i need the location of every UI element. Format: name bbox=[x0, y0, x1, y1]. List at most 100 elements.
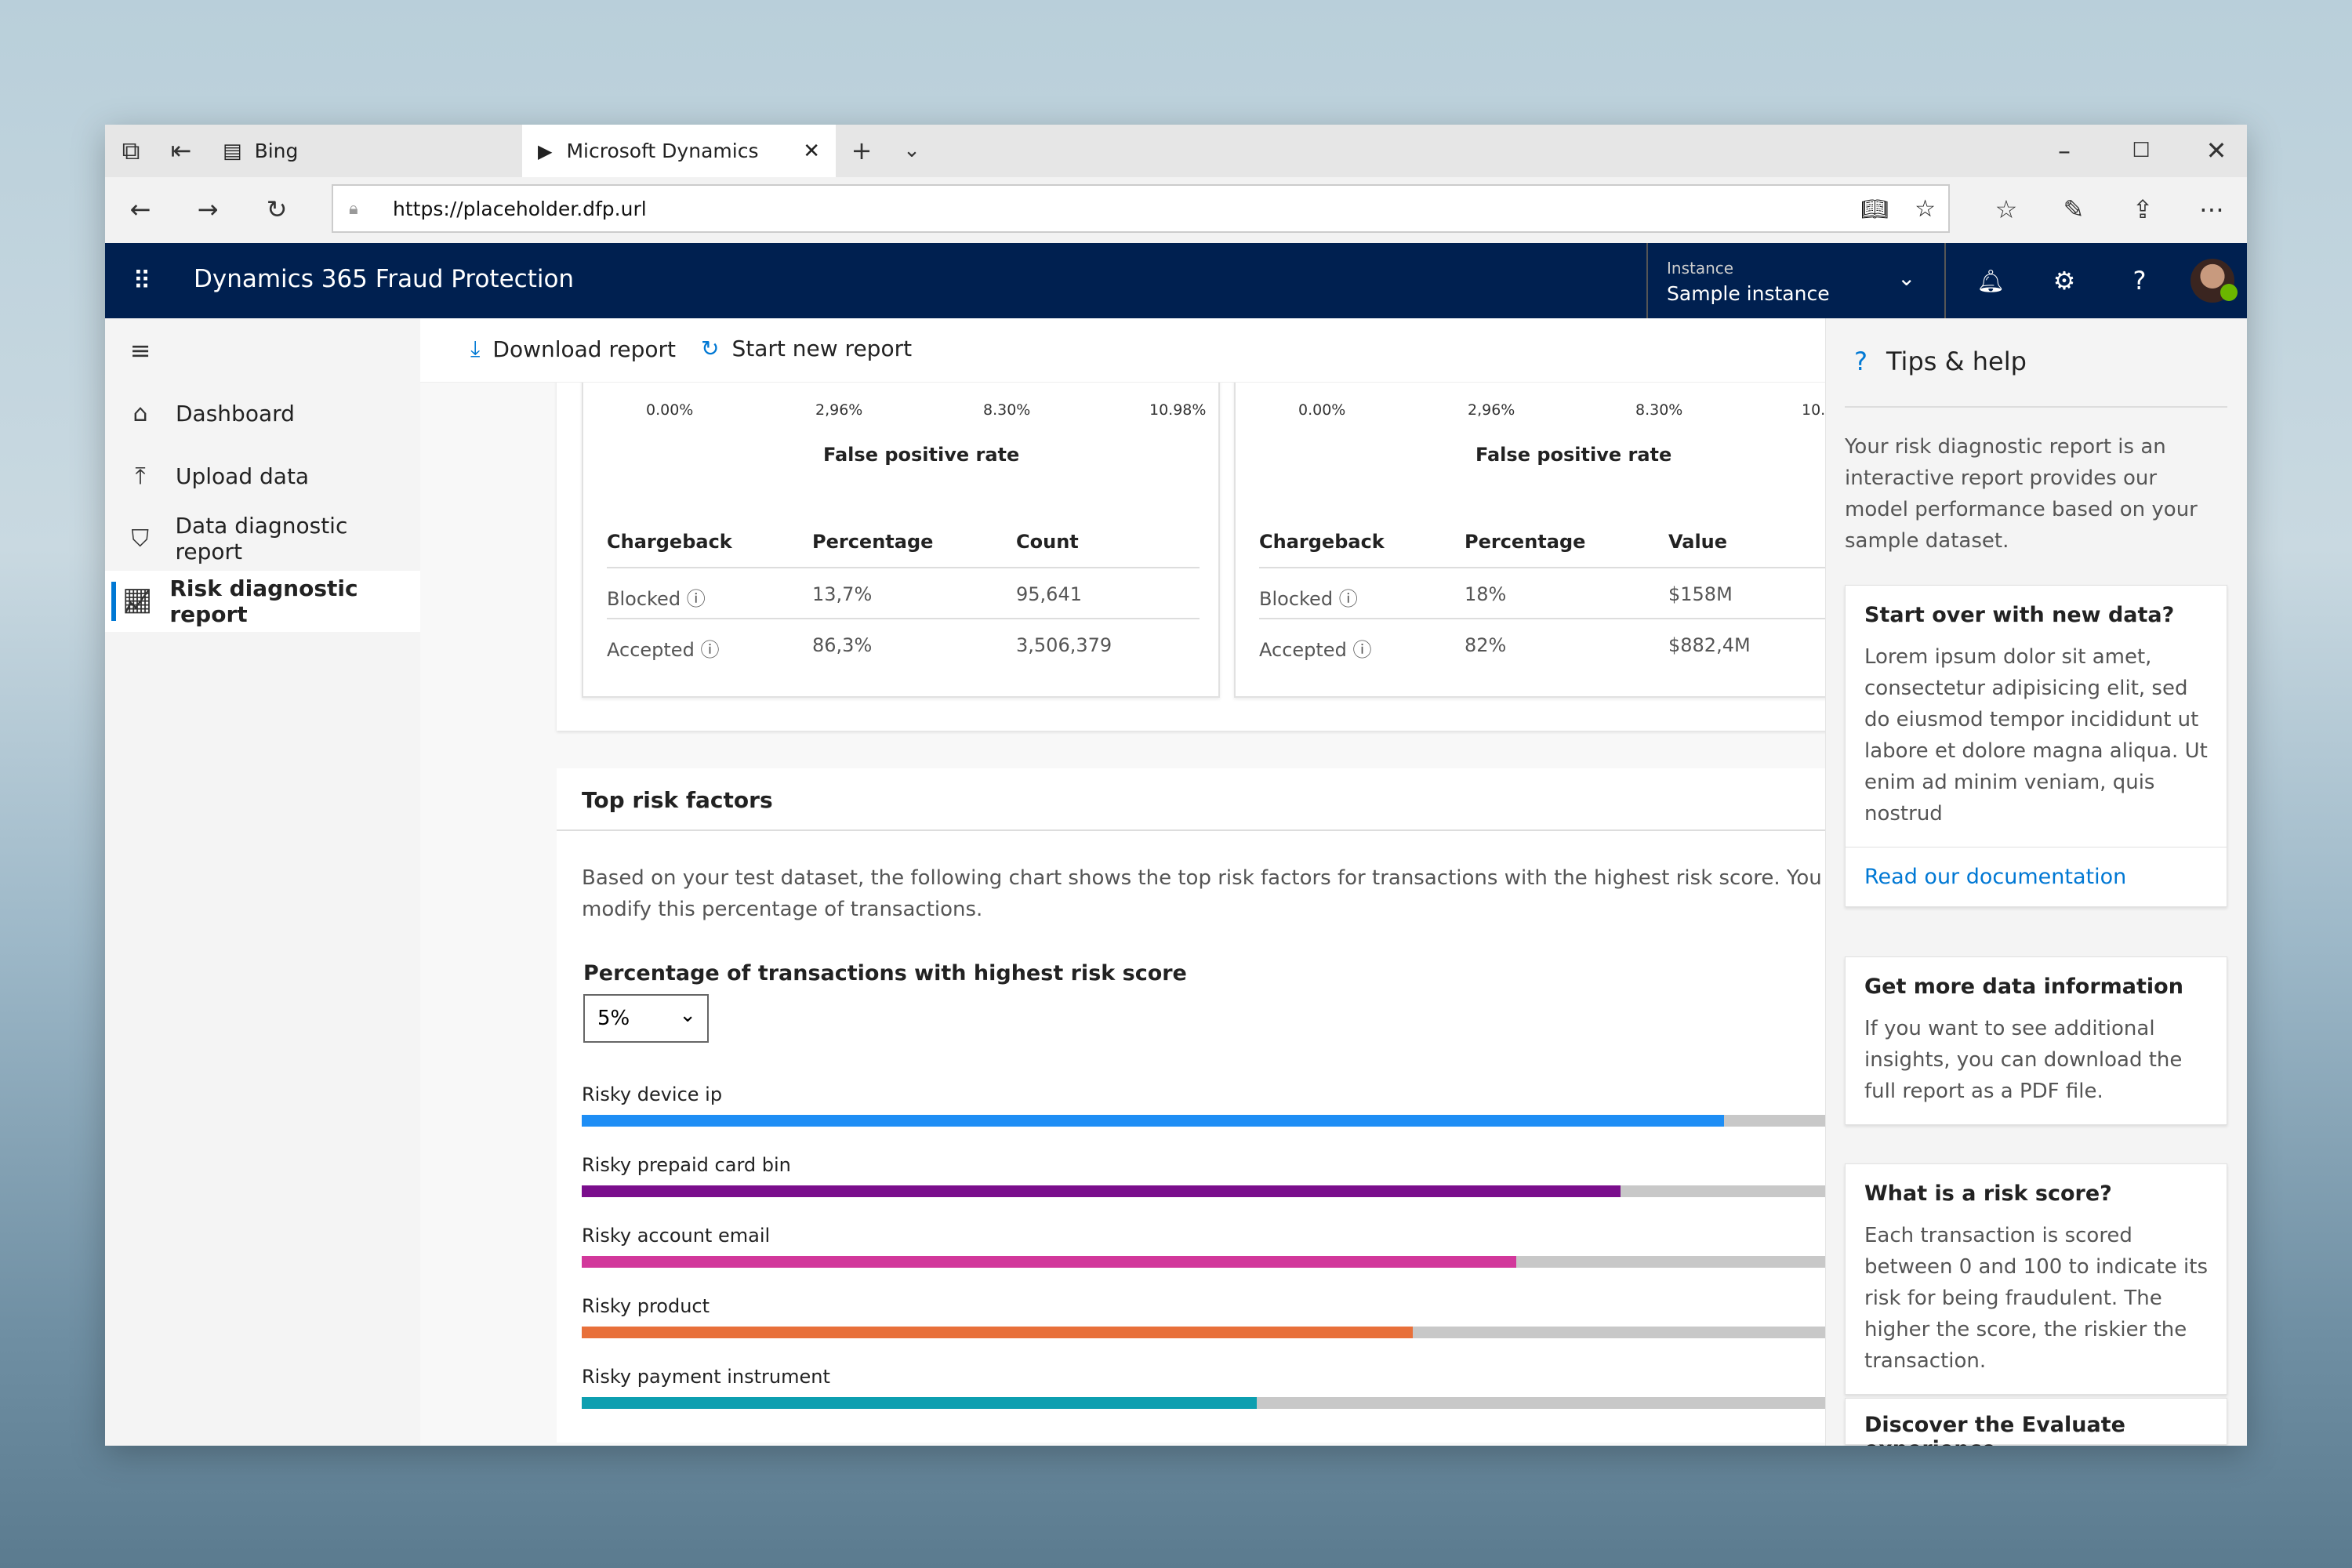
address-bar[interactable]: 🔒︎ https://placeholder.dfp.url 📖︎ ☆ bbox=[332, 184, 1950, 233]
tick-label: 2,96% bbox=[815, 401, 863, 419]
bing-tab-icon: ▤ bbox=[223, 139, 242, 163]
close-tab-icon[interactable]: ✕ bbox=[803, 140, 820, 163]
pen-icon[interactable]: ✎ bbox=[2054, 190, 2093, 229]
instance-value: Sample instance bbox=[1667, 282, 1830, 305]
nav-item-upload-data[interactable]: ⤒ Upload data bbox=[105, 445, 420, 506]
percentage-dropdown[interactable]: 5% ⌄ bbox=[583, 994, 709, 1043]
risk-factor-bar-fill bbox=[582, 1397, 1258, 1409]
button-label: Download report bbox=[492, 336, 676, 362]
help-question-icon[interactable]: ? bbox=[2120, 261, 2159, 300]
left-nav: ≡ ⌂ Dashboard ⤒ Upload data ⛉ Data diagnost… bbox=[105, 318, 420, 1446]
risk-factor-bar bbox=[582, 1115, 1825, 1127]
hamburger-menu-icon[interactable]: ≡ bbox=[121, 331, 160, 370]
instance-selector[interactable]: Instance Sample instance ⌄ bbox=[1646, 243, 1946, 318]
nav-label: Upload data bbox=[176, 463, 310, 489]
back-icon[interactable]: ← bbox=[121, 190, 160, 229]
favorites-icon[interactable]: ☆ bbox=[1987, 190, 2026, 229]
axis-label: False positive rate bbox=[823, 444, 1020, 466]
app-header: ⠿ Dynamics 365 Fraud Protection Instance… bbox=[105, 243, 2247, 318]
settings-gear-icon[interactable]: ⚙ bbox=[2045, 261, 2084, 300]
cell: 18% bbox=[1465, 583, 1507, 605]
risk-factor-bar bbox=[582, 1256, 1825, 1268]
nav-item-dashboard[interactable]: ⌂ Dashboard bbox=[105, 383, 420, 444]
more-icon[interactable]: ⋯ bbox=[2192, 190, 2231, 229]
table-row: Accepted ⓘ bbox=[1259, 634, 1371, 662]
info-icon[interactable]: ⓘ bbox=[1352, 639, 1371, 661]
section-title: Top risk factors bbox=[582, 787, 773, 813]
url-text: https://placeholder.dfp.url bbox=[393, 197, 647, 220]
risk-factor-bar bbox=[582, 1327, 1825, 1338]
divider bbox=[607, 567, 1200, 568]
close-window-icon[interactable]: ✕ bbox=[2197, 131, 2236, 170]
share-icon[interactable]: ⇪ bbox=[2123, 190, 2162, 229]
main-content: ⤓ Download report ↻ Start new report 0.00%… bbox=[420, 318, 1825, 1446]
tips-header: ? Tips & help bbox=[1854, 347, 2027, 376]
minimize-icon[interactable]: – bbox=[2045, 131, 2084, 170]
dropdown-value: 5% bbox=[597, 1007, 630, 1030]
nav-label: Data diagnostic report bbox=[175, 513, 348, 564]
column-header: Percentage bbox=[1465, 531, 1586, 553]
reading-view-icon[interactable]: 📖︎ bbox=[1860, 196, 1889, 222]
help-question-icon: ? bbox=[1854, 347, 1867, 376]
divider bbox=[607, 618, 1200, 619]
nav-item-risk-diagnostic-report[interactable]: 📈︎ Risk diagnostic report bbox=[105, 571, 420, 632]
risk-factor-bar bbox=[582, 1185, 1825, 1197]
card-title: Get more data information bbox=[1864, 975, 2183, 999]
selected-indicator bbox=[111, 582, 116, 621]
info-icon[interactable]: ⓘ bbox=[700, 639, 719, 661]
tab-label: Bing bbox=[254, 140, 299, 162]
row-label: Accepted bbox=[607, 639, 695, 661]
column-header: Value bbox=[1668, 531, 1728, 553]
tab-actions-icon[interactable]: ⧉ bbox=[111, 131, 151, 170]
info-icon[interactable]: ⓘ bbox=[1339, 588, 1358, 610]
favorite-star-icon[interactable]: ☆ bbox=[1915, 195, 1936, 223]
notification-bell-icon[interactable]: 🔔︎ bbox=[1971, 261, 2010, 300]
refresh-icon[interactable]: ↻ bbox=[257, 190, 296, 229]
info-icon[interactable]: ⓘ bbox=[687, 588, 706, 610]
set-aside-tabs-icon[interactable]: ⇤ bbox=[162, 131, 201, 170]
row-label: Accepted bbox=[1259, 639, 1347, 661]
table-row: Blocked ⓘ bbox=[1259, 583, 1358, 611]
chevron-down-icon[interactable]: ⌄ bbox=[892, 131, 931, 170]
app-launcher-icon[interactable]: ⠿ bbox=[122, 261, 162, 300]
read-documentation-link[interactable]: Read our documentation bbox=[1846, 847, 2227, 906]
new-tab-icon[interactable]: + bbox=[842, 131, 881, 170]
risk-factor-bar-fill bbox=[582, 1327, 1413, 1338]
cell: 13,7% bbox=[812, 583, 873, 605]
chevron-down-icon: ⌄ bbox=[1897, 265, 1916, 291]
tick-label: 0.00% bbox=[646, 401, 694, 419]
maximize-icon[interactable]: ☐ bbox=[2122, 131, 2161, 170]
download-icon: ⤓ bbox=[470, 336, 481, 361]
button-label: Start new report bbox=[731, 336, 913, 361]
cell: 82% bbox=[1465, 634, 1507, 656]
help-card-start-over: Start over with new data? Lorem ipsum do… bbox=[1845, 585, 2227, 907]
tab-bar: ⧉ ⇤ ▤ Bing ▶ Microsoft Dynamics ✕ + ⌄ – ☐ … bbox=[105, 125, 2247, 177]
app-title: Dynamics 365 Fraud Protection bbox=[194, 265, 575, 293]
risk-factor-bar-fill bbox=[582, 1115, 1725, 1127]
dynamics-logo-icon: ▶ bbox=[538, 140, 553, 162]
card-body: Lorem ipsum dolor sit amet, consectetur … bbox=[1864, 645, 2208, 826]
risk-factor-bar-fill bbox=[582, 1256, 1517, 1268]
tab-bing[interactable]: ▤ Bing bbox=[210, 125, 516, 177]
start-new-report-button[interactable]: ↻ Start new report bbox=[701, 336, 912, 361]
cell: 86,3% bbox=[812, 634, 873, 656]
divider bbox=[557, 829, 1825, 831]
tab-microsoft-dynamics[interactable]: ▶ Microsoft Dynamics ✕ bbox=[522, 125, 836, 177]
card-body: Each transaction is scored between 0 and… bbox=[1864, 1224, 2209, 1373]
presence-status-icon bbox=[2220, 284, 2238, 301]
cell: 3,506,379 bbox=[1016, 634, 1112, 656]
row-label: Blocked bbox=[607, 588, 681, 610]
risk-factor-bar bbox=[582, 1397, 1825, 1409]
cell: 95,641 bbox=[1016, 583, 1082, 605]
risk-factor-label: Risky account email bbox=[582, 1225, 771, 1247]
forward-icon[interactable]: → bbox=[188, 190, 227, 229]
select-label: Percentage of transactions with highest … bbox=[583, 961, 1187, 985]
column-header: Chargeback bbox=[607, 531, 732, 553]
avatar[interactable] bbox=[2190, 259, 2238, 303]
nav-item-data-diagnostic-report[interactable]: ⛉ Data diagnostic report bbox=[105, 508, 420, 569]
tips-help-panel: ? Tips & help Your risk diagnostic report… bbox=[1825, 318, 2247, 1446]
column-header: Chargeback bbox=[1259, 531, 1385, 553]
tick-label: 8.30% bbox=[1635, 401, 1683, 419]
download-report-button[interactable]: ⤓ Download report bbox=[470, 336, 676, 362]
card-body: If you want to see additional insights, … bbox=[1864, 1017, 2183, 1103]
